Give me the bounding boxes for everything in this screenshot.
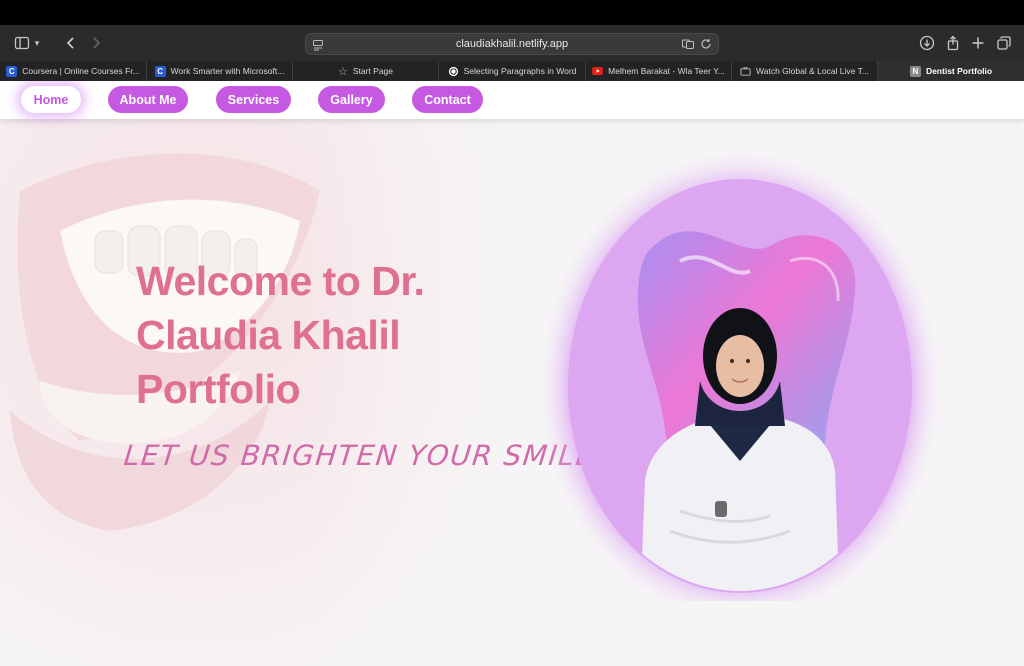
browser-toolbar: ▾ claudiakhalil.netlify.app	[0, 25, 1024, 61]
star-icon: ☆	[337, 65, 348, 78]
tab-label: Watch Global & Local Live T...	[756, 66, 869, 76]
menu-bar-strip	[0, 0, 1024, 25]
tab-microsoft[interactable]: C Work Smarter with Microsoft...	[147, 61, 293, 81]
tab-bar: C Coursera | Online Courses Fr... C Work…	[0, 61, 1024, 81]
web-page: Home About Me Services Gallery Contact W…	[0, 81, 1024, 666]
sidebar-toggle-icon[interactable]	[12, 33, 32, 53]
address-bar[interactable]: claudiakhalil.netlify.app	[305, 33, 719, 55]
youtube-icon	[592, 67, 603, 75]
back-icon[interactable]	[61, 33, 81, 53]
nav-home-button[interactable]: Home	[21, 86, 81, 113]
coursera-icon: C	[154, 65, 166, 77]
nav-services-button[interactable]: Services	[216, 86, 291, 113]
chevron-down-icon[interactable]: ▾	[31, 33, 43, 53]
tab-label: Melhem Barakat - Wla Teer Y...	[608, 66, 725, 76]
nav-about-me-button[interactable]: About Me	[108, 86, 188, 113]
tab-youtube[interactable]: Melhem Barakat - Wla Teer Y...	[586, 61, 732, 81]
forward-icon[interactable]	[86, 33, 106, 53]
nav-gallery-button[interactable]: Gallery	[318, 86, 385, 113]
hero-title: Welcome to Dr. Claudia Khalil Portfolio	[136, 258, 425, 412]
tab-dentist-portfolio[interactable]: N Dentist Portfolio	[878, 61, 1024, 81]
url-text: claudiakhalil.netlify.app	[455, 38, 569, 50]
tab-start-page[interactable]: ☆ Start Page	[293, 61, 439, 81]
tab-label: Start Page	[352, 66, 394, 76]
new-tab-icon[interactable]	[968, 33, 988, 53]
tab-label: Work Smarter with Microsoft...	[170, 66, 285, 76]
tv-icon	[740, 66, 751, 77]
tab-overview-icon[interactable]	[994, 33, 1014, 53]
tab-selecting-paragraphs[interactable]: Selecting Paragraphs in Word	[439, 61, 586, 81]
translate-icon[interactable]	[682, 37, 694, 51]
nav-contact-button[interactable]: Contact	[412, 86, 483, 113]
tab-coursera[interactable]: C Coursera | Online Courses Fr...	[0, 61, 147, 81]
tab-watch-global[interactable]: Watch Global & Local Live T...	[732, 61, 878, 81]
tab-label: Dentist Portfolio	[925, 66, 993, 76]
site-navbar: Home About Me Services Gallery Contact	[0, 81, 1024, 119]
share-icon[interactable]	[943, 33, 963, 53]
notion-icon: N	[909, 65, 921, 77]
download-icon[interactable]	[917, 33, 937, 53]
openai-icon	[448, 66, 459, 77]
hero-tagline: LET US BRIGHTEN YOUR SMILE	[122, 439, 597, 472]
reload-icon[interactable]	[700, 37, 712, 51]
tab-label: Coursera | Online Courses Fr...	[22, 66, 140, 76]
coursera-icon: C	[6, 65, 18, 77]
tab-label: Selecting Paragraphs in Word	[463, 66, 577, 76]
doctor-portrait-image	[540, 151, 940, 601]
